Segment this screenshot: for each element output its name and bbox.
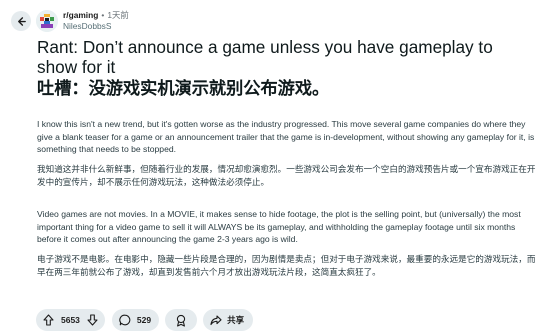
back-button[interactable] (11, 11, 31, 31)
upvote-count: 5653 (61, 315, 80, 325)
post-title-translation: 吐槽：没游戏实机演示就别公布游戏。 (37, 78, 330, 98)
share-button[interactable]: 共享 (203, 309, 254, 331)
vote-control: 5653 (36, 309, 105, 331)
post-action-bar: 5653 529 共享 (36, 309, 254, 331)
subreddit-avatar[interactable] (36, 10, 58, 32)
post-page: r/gaming • 1天前 NilesDobbsS Rant: Don’t a… (0, 0, 550, 336)
meta-separator: • (101, 10, 105, 20)
downvote-arrow-icon[interactable] (87, 314, 98, 326)
subreddit-logo-icon (36, 10, 58, 32)
body-paragraph-1: I know this isn't a new trend, but it's … (37, 119, 535, 154)
body-paragraph-4: 电子游戏不是电影。在电影中，隐藏一些片段是合理的，因为剧情是卖点；但对于电子游戏… (37, 254, 536, 277)
upvote-arrow-icon[interactable] (43, 314, 54, 326)
award-button[interactable] (165, 309, 198, 331)
share-arrow-icon (210, 315, 222, 326)
post-time: 1天前 (107, 10, 129, 20)
comment-bubble-icon (119, 314, 131, 326)
body-paragraph-2: 我知道这并非什么新鲜事，但随着行业的发展，情况却愈演愈烈。一些游戏公司会发布一个… (37, 164, 536, 187)
share-label: 共享 (227, 315, 245, 325)
award-icon (176, 314, 186, 327)
body-paragraph-3: Video games are not movies. In a MOVIE, … (37, 209, 521, 244)
comment-count: 529 (136, 315, 152, 325)
subreddit-name[interactable]: r/gaming (63, 10, 98, 21)
post-author[interactable]: NilesDobbsS (63, 21, 129, 32)
post-title: Rant: Don’t announce a game unless you h… (37, 37, 493, 77)
comments-button[interactable]: 529 (111, 309, 160, 331)
back-arrow-icon (17, 16, 26, 26)
post-meta: r/gaming • 1天前 NilesDobbsS (63, 10, 129, 32)
